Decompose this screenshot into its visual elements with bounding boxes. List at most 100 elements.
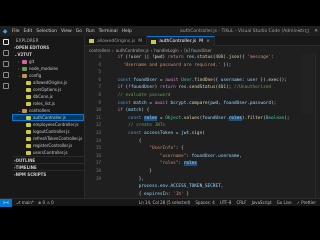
tree-item-label: authController.js bbox=[33, 115, 66, 120]
minimize-icon[interactable]: – bbox=[298, 29, 300, 34]
js-file-icon bbox=[26, 87, 31, 92]
code-line: 'Username and password are required.' })… bbox=[107, 62, 232, 68]
cursor-position[interactable]: Ln 14, Col 28 (5 selected) bbox=[139, 200, 190, 205]
tree-item-label: registerController.js bbox=[33, 143, 73, 148]
line-number: 3 bbox=[98, 55, 101, 60]
line-ending[interactable]: CRLF bbox=[236, 200, 246, 205]
open-editors-section[interactable]: › OPEN EDITORS bbox=[12, 44, 84, 51]
tab-allowed-origins[interactable]: allowedOrigins.js M bbox=[85, 36, 148, 46]
activity-bar bbox=[0, 36, 12, 198]
menu-view[interactable]: View bbox=[61, 29, 72, 34]
menu-file[interactable]: File bbox=[12, 29, 20, 34]
menu-edit[interactable]: Edit bbox=[24, 29, 33, 34]
breadcrumb-folder[interactable]: controllers bbox=[89, 48, 110, 53]
tree-item[interactable]: employeesController.js bbox=[12, 121, 84, 128]
tree-item-label: controllers bbox=[29, 108, 51, 113]
problems-indicator[interactable]: ⊗ 0 ⚠ 0 bbox=[38, 200, 54, 205]
code-line: "UserInfo": { bbox=[149, 146, 184, 152]
maximize-icon[interactable]: ▢ bbox=[305, 29, 309, 34]
source-control-icon[interactable] bbox=[3, 61, 9, 67]
code-editor[interactable]: 3 4 5 6 7 8 9 10 11 12 13 14 15 16 17 18 19 if (!user ||… bbox=[85, 54, 320, 198]
menu-bar: File Edit Selection View Go Run Terminal… bbox=[10, 29, 132, 34]
outline-section[interactable]: › OUTLINE bbox=[12, 156, 84, 163]
extensions-icon[interactable] bbox=[3, 83, 9, 89]
code-line: const accessToken = jwt.sign( bbox=[128, 130, 205, 136]
tree-item[interactable]: ⌄ config bbox=[12, 72, 84, 79]
line-number: 8 bbox=[98, 92, 101, 98]
js-file-icon bbox=[151, 39, 157, 44]
tree-item-label: allowedOrigins.js bbox=[33, 80, 68, 85]
tree-item[interactable]: roles_list.js bbox=[12, 100, 84, 107]
code-line: { bbox=[107, 138, 142, 144]
tree-item-label: employeesController.js bbox=[33, 122, 79, 127]
tree-item[interactable]: allowedOrigins.js bbox=[12, 79, 84, 86]
language-mode[interactable]: JavaScript bbox=[252, 200, 272, 205]
menu-terminal[interactable]: Terminal bbox=[99, 29, 118, 34]
timeline-section[interactable]: › TIMELINE bbox=[12, 163, 84, 170]
tree-item-label: corsOptions.js bbox=[33, 87, 62, 92]
code-text[interactable]: if (!user || !pwd) return res.status(400… bbox=[107, 54, 307, 198]
tree-item[interactable]: corsOptions.js bbox=[12, 86, 84, 93]
line-number: 4 bbox=[98, 62, 101, 68]
tree-item[interactable]: refreshTokenController.js bbox=[12, 135, 84, 142]
folder-icon bbox=[22, 108, 27, 113]
code-line: } bbox=[107, 168, 152, 174]
tree-item[interactable]: usersController.js bbox=[12, 149, 84, 156]
minimap[interactable] bbox=[302, 54, 314, 114]
js-file-icon bbox=[26, 115, 31, 120]
code-line: process.env.ACCESS_TOKEN_SECRET, bbox=[138, 184, 224, 190]
prettier-indicator[interactable]: ✓ Prettier bbox=[297, 200, 316, 205]
breadcrumb-separator: › bbox=[150, 47, 153, 53]
menu-selection[interactable]: Selection bbox=[36, 29, 57, 34]
tab-auth-controller[interactable]: authController.js M × bbox=[147, 36, 215, 46]
close-tab-icon[interactable]: × bbox=[206, 39, 210, 44]
breadcrumb-separator: › bbox=[112, 47, 114, 53]
line-number: 6 bbox=[98, 77, 101, 83]
tree-item[interactable]: logoutController.js bbox=[12, 128, 84, 135]
title-bar: ◆ File Edit Selection View Go Run Termin… bbox=[0, 26, 320, 36]
tree-item[interactable]: authController.js bbox=[12, 114, 84, 121]
js-file-icon bbox=[26, 101, 31, 106]
tree-item-label: refreshTokenController.js bbox=[33, 136, 83, 141]
line-number: 19 bbox=[95, 176, 101, 182]
close-icon[interactable]: ✕ bbox=[314, 29, 318, 34]
line-number: 7 bbox=[98, 85, 101, 91]
run-debug-icon[interactable] bbox=[3, 72, 9, 78]
menu-help[interactable]: Help bbox=[122, 29, 132, 34]
line-number: 5 bbox=[98, 70, 101, 76]
menu-go[interactable]: Go bbox=[76, 29, 82, 34]
line-number: 9 bbox=[98, 100, 101, 106]
breadcrumb-function[interactable]: handleLogin bbox=[154, 48, 178, 53]
indentation[interactable]: Spaces: 4 bbox=[195, 200, 214, 205]
line-number: 15 bbox=[95, 146, 101, 152]
branch-indicator[interactable]: ⎇ main* bbox=[16, 200, 34, 205]
breadcrumb-symbol[interactable]: [e] foundUser bbox=[184, 48, 211, 53]
encoding[interactable]: UTF-8 bbox=[220, 200, 232, 205]
tree-item-label: roles_list.js bbox=[33, 101, 56, 106]
code-line: const roles = Object.values(foundUser.ro… bbox=[128, 115, 290, 121]
go-live-button[interactable]: Go Live bbox=[277, 200, 292, 205]
code-line: }, bbox=[107, 176, 145, 182]
line-number: 14 bbox=[95, 138, 101, 144]
tree-item[interactable]: ⌄ controllers bbox=[12, 107, 84, 114]
code-line: if (match) { bbox=[117, 108, 150, 114]
tree-item[interactable]: registerController.js bbox=[12, 142, 84, 149]
remote-indicator-icon[interactable]: >< bbox=[0, 198, 12, 207]
tree-item[interactable]: › node_modules bbox=[12, 65, 84, 72]
project-section[interactable]: ⌄ V2TUT bbox=[12, 51, 84, 58]
tree-item[interactable]: › git bbox=[12, 58, 84, 65]
line-number: 10 bbox=[95, 108, 101, 114]
tree-item-label: git bbox=[29, 59, 35, 64]
js-file-icon bbox=[26, 136, 31, 141]
js-file-icon bbox=[26, 94, 31, 99]
explorer-icon[interactable] bbox=[3, 39, 9, 45]
npm-scripts-section[interactable]: › NPM SCRIPTS bbox=[12, 170, 84, 177]
folder-icon bbox=[22, 73, 27, 78]
vertical-scrollbar[interactable] bbox=[315, 54, 320, 198]
tree-item[interactable]: dbConn.js bbox=[12, 93, 84, 100]
breadcrumb-file[interactable]: authController.js bbox=[116, 48, 149, 53]
status-left: ⎇ main* ⊗ 0 ⚠ 0 bbox=[12, 200, 54, 205]
menu-run[interactable]: Run bbox=[86, 29, 95, 34]
search-icon[interactable] bbox=[3, 50, 9, 56]
